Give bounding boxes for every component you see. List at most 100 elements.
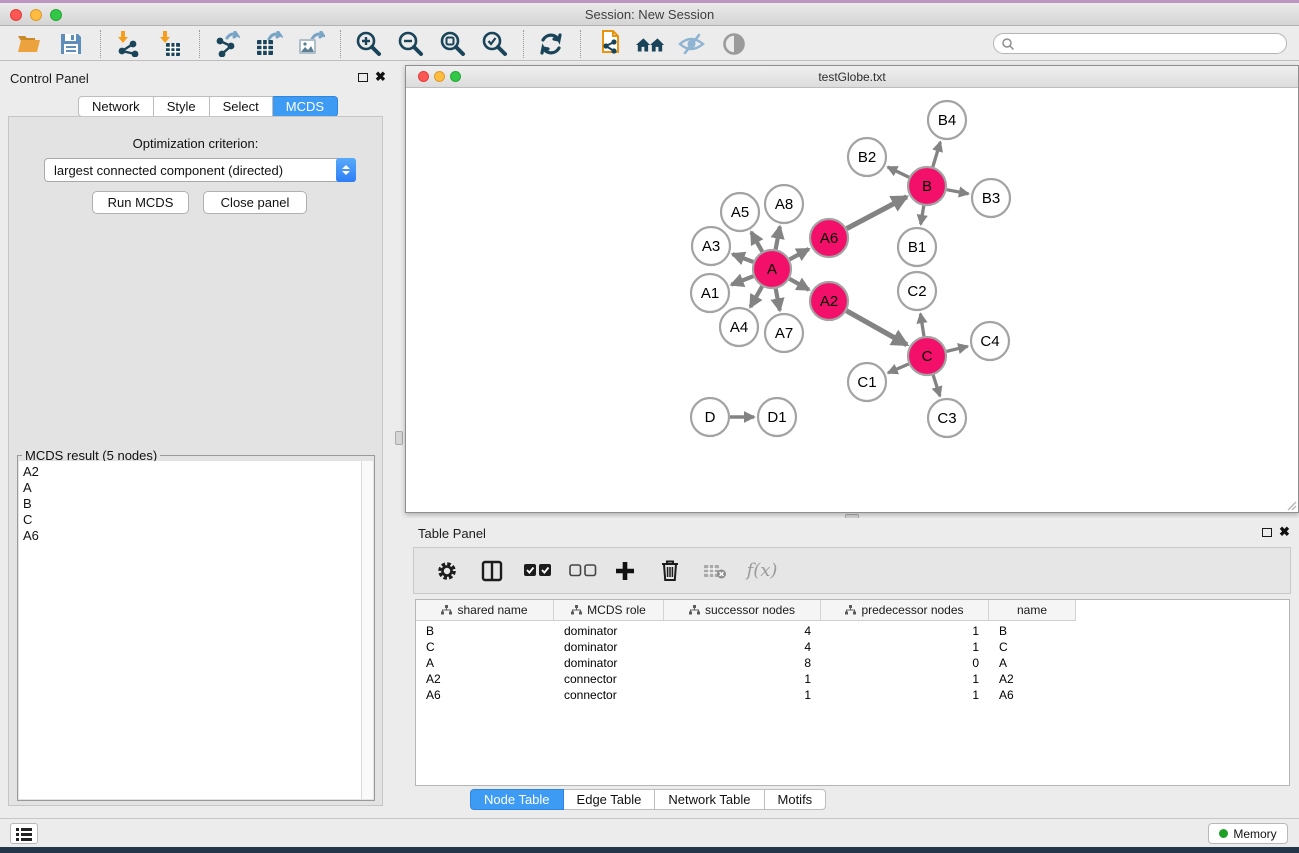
export-table-icon[interactable] — [254, 29, 284, 59]
graph-node-A8[interactable]: A8 — [765, 185, 803, 223]
graph-edge-C-C2[interactable] — [920, 314, 923, 337]
table-row[interactable]: Adominator80A — [416, 655, 1289, 671]
hide-graphics-details-icon[interactable] — [677, 29, 707, 59]
graph-node-A4[interactable]: A4 — [720, 308, 758, 346]
graph-node-C4[interactable]: C4 — [971, 322, 1009, 360]
graph-edge-C-C4[interactable] — [946, 346, 967, 351]
column-header-predecessor-nodes[interactable]: predecessor nodes — [821, 600, 989, 620]
run-mcds-button[interactable]: Run MCDS — [92, 191, 189, 214]
mcds-result-item[interactable]: B — [23, 496, 361, 512]
add-column-icon[interactable] — [608, 554, 642, 588]
graph-edge-A-A7[interactable] — [776, 289, 780, 311]
table-tab-motifs[interactable]: Motifs — [765, 789, 827, 810]
graph-node-A6[interactable]: A6 — [810, 219, 848, 257]
table-tab-node-table[interactable]: Node Table — [470, 789, 564, 810]
mcds-result-item[interactable]: A2 — [23, 464, 361, 480]
resize-grip-icon[interactable] — [1285, 499, 1297, 511]
graph-edge-A-A5[interactable] — [751, 232, 762, 252]
apply-layout-icon[interactable] — [536, 29, 566, 59]
graph-node-A2[interactable]: A2 — [810, 282, 848, 320]
table-row[interactable]: Cdominator41C — [416, 639, 1289, 655]
import-network-icon[interactable] — [113, 29, 143, 59]
close-panel-button[interactable]: Close panel — [203, 191, 307, 214]
column-header-successor-nodes[interactable]: successor nodes — [664, 600, 821, 620]
graph-edge-B-B2[interactable] — [888, 167, 909, 177]
vertical-splitter-handle[interactable] — [395, 431, 403, 445]
graph-node-B4[interactable]: B4 — [928, 101, 966, 139]
graph-node-D1[interactable]: D1 — [758, 398, 796, 436]
graph-edge-A-A2[interactable] — [789, 279, 809, 290]
delete-column-icon[interactable] — [653, 554, 687, 588]
home-icon[interactable] — [635, 29, 665, 59]
column-header-name[interactable]: name — [989, 600, 1076, 620]
result-scrollbar[interactable] — [361, 461, 373, 799]
table-tab-network-table[interactable]: Network Table — [655, 789, 764, 810]
table-tab-edge-table[interactable]: Edge Table — [564, 789, 656, 810]
mcds-result-item[interactable]: A6 — [23, 528, 361, 544]
column-header-shared-name[interactable]: shared name — [416, 600, 554, 620]
zoom-selected-icon[interactable] — [479, 29, 509, 59]
graph-edge-A-A3[interactable] — [733, 254, 754, 262]
node-table[interactable]: shared nameMCDS rolesuccessor nodesprede… — [415, 599, 1290, 786]
graph-edge-A2-C[interactable] — [846, 311, 907, 345]
tab-select[interactable]: Select — [210, 96, 273, 117]
bird-eye-icon[interactable] — [719, 29, 749, 59]
network-overview-icon[interactable] — [593, 29, 623, 59]
graph-edge-A-A8[interactable] — [776, 227, 780, 250]
graph-edge-A-A6[interactable] — [790, 249, 809, 259]
tab-mcds[interactable]: MCDS — [273, 96, 338, 117]
graph-edge-B-B3[interactable] — [947, 190, 969, 194]
graph-node-C[interactable]: C — [908, 337, 946, 375]
save-session-icon[interactable] — [56, 29, 86, 59]
graph-node-A7[interactable]: A7 — [765, 314, 803, 352]
columns-icon[interactable] — [475, 554, 509, 588]
graph-node-B[interactable]: B — [908, 167, 946, 205]
gear-icon[interactable] — [430, 554, 464, 588]
select-all-icon[interactable] — [518, 554, 558, 588]
task-history-button[interactable] — [10, 823, 38, 844]
open-session-icon[interactable] — [14, 29, 44, 59]
mcds-result-item[interactable]: C — [23, 512, 361, 528]
graph-node-C1[interactable]: C1 — [848, 363, 886, 401]
table-row[interactable]: A6connector11A6 — [416, 687, 1289, 703]
mcds-result-list[interactable]: A2ABCA6 — [19, 461, 361, 799]
graph-node-C2[interactable]: C2 — [898, 272, 936, 310]
memory-button[interactable]: Memory — [1208, 823, 1288, 844]
import-table-icon[interactable] — [155, 29, 185, 59]
tab-style[interactable]: Style — [154, 96, 210, 117]
graph-node-A[interactable]: A — [753, 250, 791, 288]
column-header-MCDS-role[interactable]: MCDS role — [554, 600, 664, 620]
network-canvas[interactable]: B4 B2 B B3 A5A8A6 A3 B1 A A1 C2 A2 A4A7 C4 C C1 D D1 C3 — [406, 88, 1298, 512]
search-field[interactable] — [993, 33, 1287, 54]
table-close-icon[interactable]: ✖ — [1279, 527, 1290, 537]
deselect-all-icon[interactable] — [563, 554, 603, 588]
graph-node-A3[interactable]: A3 — [692, 227, 730, 265]
graph-node-B3[interactable]: B3 — [972, 179, 1010, 217]
table-row[interactable]: A2connector11A2 — [416, 671, 1289, 687]
criterion-select[interactable]: largest connected component (directed) — [44, 158, 356, 182]
float-panel-icon[interactable] — [358, 73, 368, 82]
graph-edge-C-C1[interactable] — [888, 364, 909, 373]
graph-edge-A-A1[interactable] — [731, 276, 753, 284]
graph-node-C3[interactable]: C3 — [928, 399, 966, 437]
mcds-result-item[interactable]: A — [23, 480, 361, 496]
tab-network[interactable]: Network — [78, 96, 154, 117]
graph-node-B1[interactable]: B1 — [898, 228, 936, 266]
zoom-out-icon[interactable] — [395, 29, 425, 59]
graph-node-A1[interactable]: A1 — [691, 274, 729, 312]
zoom-fit-icon[interactable] — [437, 29, 467, 59]
graph-node-D[interactable]: D — [691, 398, 729, 436]
graph-edge-A-A4[interactable] — [750, 286, 762, 307]
graph-edge-A6-B[interactable] — [847, 197, 907, 229]
table-row[interactable]: Bdominator41B — [416, 623, 1289, 639]
graph-edge-B-B1[interactable] — [921, 206, 924, 225]
export-network-icon[interactable] — [212, 29, 242, 59]
export-image-icon[interactable] — [296, 29, 326, 59]
close-panel-icon[interactable]: ✖ — [375, 72, 386, 82]
graph-node-A5[interactable]: A5 — [721, 193, 759, 231]
graph-edge-B-B4[interactable] — [933, 142, 941, 167]
table-float-icon[interactable] — [1262, 528, 1272, 537]
graph-node-B2[interactable]: B2 — [848, 138, 886, 176]
zoom-in-icon[interactable] — [353, 29, 383, 59]
search-input[interactable] — [1015, 35, 1286, 52]
